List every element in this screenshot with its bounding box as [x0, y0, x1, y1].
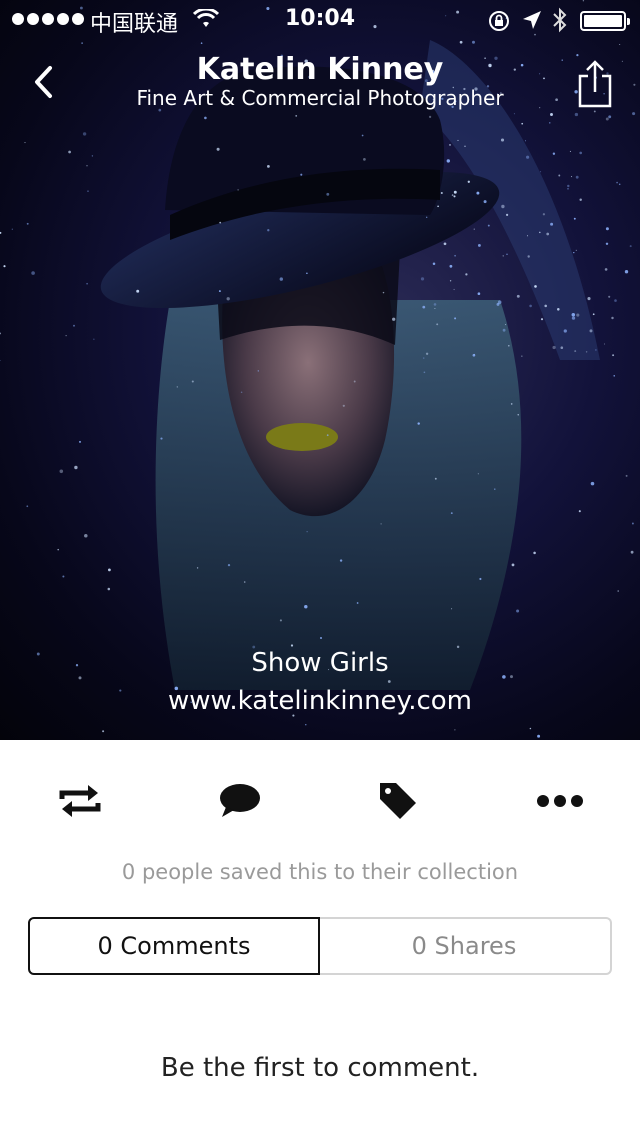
repost-icon [59, 785, 101, 817]
empty-comments-text: Be the first to comment. [160, 1053, 480, 1083]
more-button[interactable] [530, 776, 590, 826]
tab-comments[interactable]: 0 Comments [28, 917, 320, 975]
comment-icon [220, 784, 260, 817]
back-chevron-icon[interactable] [28, 60, 68, 104]
status-bar: 中国联通 10:04 [0, 0, 640, 40]
saved-count-text: 0 people saved this to their collection [121, 860, 519, 884]
tab-shares[interactable]: 0 Shares [318, 917, 612, 975]
photographer-tagline: Fine Art & Commercial Photographer [136, 86, 504, 110]
tag-icon [380, 783, 416, 819]
photo-caption-title: Show Girls [251, 648, 389, 678]
clock: 10:04 [284, 6, 356, 31]
starfield [0, 0, 636, 738]
share-icon[interactable] [574, 58, 616, 110]
action-bar [0, 740, 640, 850]
comment-button[interactable] [210, 776, 270, 826]
photo-caption-url: www.katelinkinney.com [167, 686, 473, 716]
photographer-name: Katelin Kinney [196, 52, 444, 87]
battery-icon [580, 11, 630, 31]
comments-shares-tabs: 0 Comments 0 Shares [28, 917, 612, 975]
more-icon [537, 795, 583, 807]
bluetooth-icon [553, 7, 567, 33]
rotation-lock-icon [489, 11, 509, 31]
repost-button[interactable] [50, 776, 110, 826]
photo-hero[interactable]: 中国联通 10:04 Katelin Kinney Fine Art & Com… [0, 0, 640, 740]
tag-button[interactable] [368, 776, 428, 826]
location-icon [523, 11, 541, 29]
